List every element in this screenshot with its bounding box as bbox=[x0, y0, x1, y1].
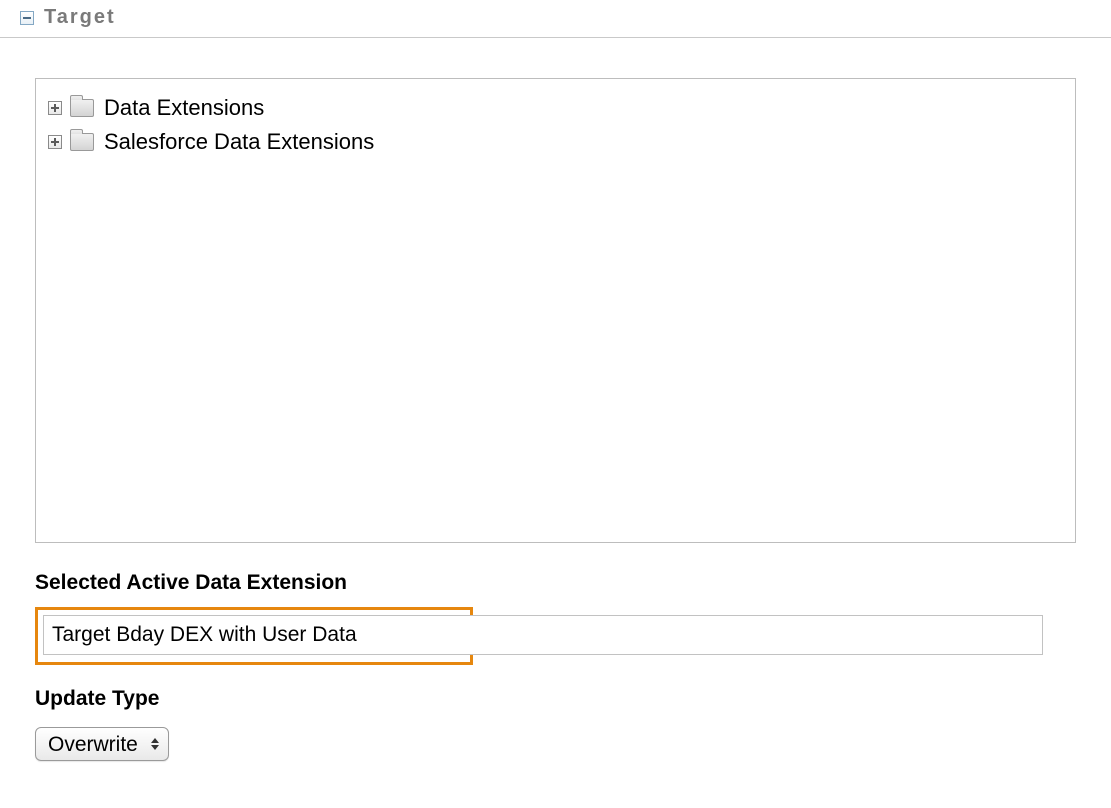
expand-icon[interactable] bbox=[48, 101, 62, 115]
tree-item-data-extensions[interactable]: Data Extensions bbox=[46, 91, 1065, 125]
tree-item-label: Data Extensions bbox=[104, 95, 264, 121]
update-type-select[interactable]: Overwrite bbox=[35, 727, 169, 761]
folder-icon bbox=[70, 99, 94, 117]
selected-extension-section: Selected Active Data Extension bbox=[35, 571, 1076, 665]
update-type-section: Update Type Overwrite bbox=[35, 687, 1076, 761]
selected-extension-input[interactable] bbox=[43, 615, 1043, 655]
selected-extension-label: Selected Active Data Extension bbox=[35, 571, 1076, 595]
tree-item-salesforce-data-extensions[interactable]: Salesforce Data Extensions bbox=[46, 125, 1065, 159]
folder-icon bbox=[70, 133, 94, 151]
update-type-label: Update Type bbox=[35, 687, 1076, 711]
section-content: Data Extensions Salesforce Data Extensio… bbox=[0, 38, 1111, 781]
collapse-section-icon[interactable] bbox=[20, 11, 34, 25]
section-header: Target bbox=[0, 0, 1111, 38]
tree-item-label: Salesforce Data Extensions bbox=[104, 129, 374, 155]
folder-tree-panel: Data Extensions Salesforce Data Extensio… bbox=[35, 78, 1076, 543]
section-title: Target bbox=[44, 6, 116, 29]
expand-icon[interactable] bbox=[48, 135, 62, 149]
